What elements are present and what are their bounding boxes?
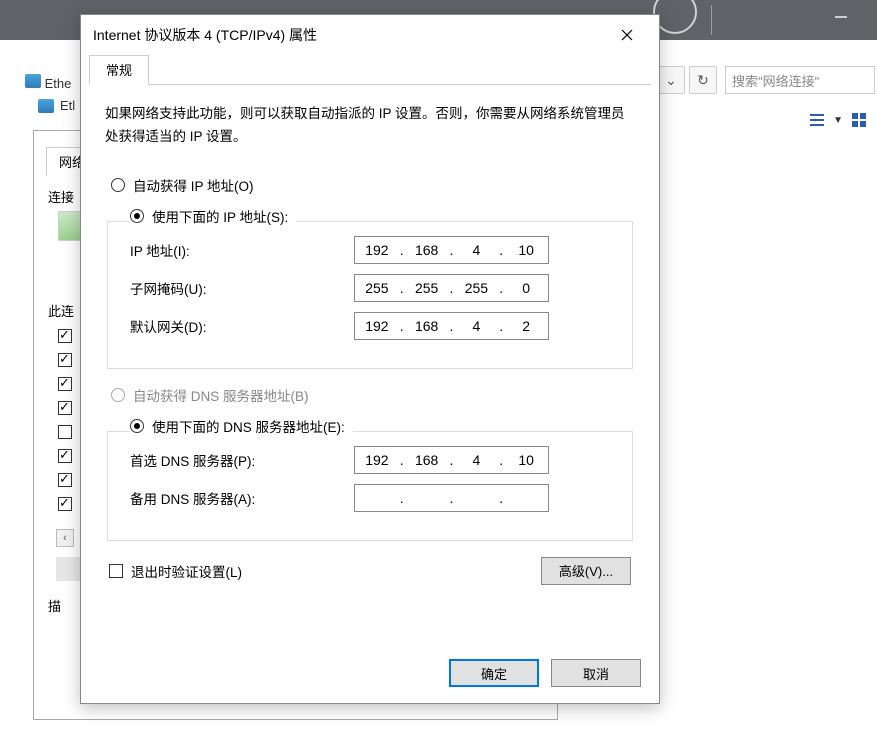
scroll-left-button[interactable]: ‹ [56, 529, 74, 547]
radio-label: 自动获得 IP 地址(O) [133, 175, 254, 195]
ip-address-label: IP 地址(I): [124, 240, 354, 260]
ip-fieldgroup: 使用下面的 IP 地址(S): IP 地址(I): 192. 168. 4. 1… [107, 221, 633, 369]
connection-uses-label: 此连 [48, 301, 74, 320]
description-text: 如果网络支持此功能，则可以获取自动指派的 IP 设置。否则，你需要从网络系统管理… [105, 103, 635, 149]
preferred-dns-label: 首选 DNS 服务器(P): [124, 450, 354, 470]
adapter-icon [25, 74, 41, 88]
radio-label: 自动获得 DNS 服务器地址(B) [133, 385, 309, 405]
dns-fieldgroup: 使用下面的 DNS 服务器地址(E): 首选 DNS 服务器(P): 192. … [107, 431, 633, 541]
alternate-dns-label: 备用 DNS 服务器(A): [124, 488, 354, 508]
list-item-checkbox[interactable] [58, 497, 72, 511]
minimize-icon[interactable] [835, 16, 847, 18]
checkbox-label: 退出时验证设置(L) [131, 561, 242, 581]
ip-address-input[interactable]: 192. 168. 4. 10 [354, 236, 549, 264]
radio-auto-dns: 自动获得 DNS 服务器地址(B) [111, 385, 635, 405]
dialog-title: Internet 协议版本 4 (TCP/IPv4) 属性 [93, 25, 607, 45]
list-item-checkbox[interactable] [58, 449, 72, 463]
gateway-input[interactable]: 192. 168. 4. 2 [354, 312, 549, 340]
list-item-checkbox[interactable] [58, 353, 72, 367]
ok-button[interactable]: 确定 [449, 659, 539, 687]
search-input[interactable]: 搜索"网络连接" [725, 66, 875, 94]
radio-icon [130, 419, 144, 433]
radio-icon [111, 178, 125, 192]
list-item-checkbox[interactable] [58, 473, 72, 487]
subnet-mask-input[interactable]: 255. 255. 255. 0 [354, 274, 549, 302]
preferred-dns-input[interactable]: 192. 168. 4. 10 [354, 446, 549, 474]
radio-icon [111, 388, 125, 402]
component-checklist [58, 329, 72, 511]
view-buttons: ▼ [803, 108, 873, 132]
divider [711, 5, 712, 35]
list-item-checkbox[interactable] [58, 401, 72, 415]
radio-label: 使用下面的 IP 地址(S): [152, 206, 288, 226]
radio-manual-ip[interactable]: 使用下面的 IP 地址(S): [130, 206, 296, 226]
close-icon [621, 29, 633, 41]
adapter-icon [38, 99, 54, 113]
nav-dropdown-button[interactable]: ⌄ [657, 66, 685, 94]
gateway-label: 默认网关(D): [124, 316, 354, 336]
cancel-button[interactable]: 取消 [551, 659, 641, 687]
ipv4-properties-dialog: Internet 协议版本 4 (TCP/IPv4) 属性 常规 如果网络支持此… [80, 14, 660, 704]
radio-manual-dns[interactable]: 使用下面的 DNS 服务器地址(E): [130, 416, 353, 436]
ethernet-tab-1[interactable]: Ethe [25, 74, 71, 91]
radio-icon [130, 209, 144, 223]
tab-general[interactable]: 常规 [89, 55, 149, 85]
view-details-button[interactable] [803, 108, 831, 132]
radio-auto-ip[interactable]: 自动获得 IP 地址(O) [111, 175, 635, 195]
subnet-mask-label: 子网掩码(U): [124, 278, 354, 298]
checkbox-icon [109, 564, 123, 578]
titlebar: Internet 协议版本 4 (TCP/IPv4) 属性 [81, 15, 659, 55]
view-tiles-button[interactable] [845, 108, 873, 132]
radio-label: 使用下面的 DNS 服务器地址(E): [152, 416, 345, 436]
description-label: 描 [48, 596, 61, 615]
search-placeholder: 搜索"网络连接" [732, 71, 819, 90]
validate-on-exit-checkbox[interactable]: 退出时验证设置(L) [109, 561, 242, 581]
list-item-checkbox[interactable] [58, 377, 72, 391]
connect-using-label: 连接 [48, 187, 74, 206]
ethernet-tab-2[interactable]: Etl [38, 98, 75, 113]
advanced-button[interactable]: 高级(V)... [541, 557, 631, 585]
alternate-dns-input[interactable]: . . . [354, 484, 549, 512]
close-button[interactable] [607, 19, 647, 51]
refresh-button[interactable]: ↻ [689, 66, 717, 94]
list-item-checkbox[interactable] [58, 425, 72, 439]
tabstrip: 常规 [89, 55, 651, 85]
list-item-checkbox[interactable] [58, 329, 72, 343]
chevron-down-icon[interactable]: ▼ [833, 115, 843, 126]
